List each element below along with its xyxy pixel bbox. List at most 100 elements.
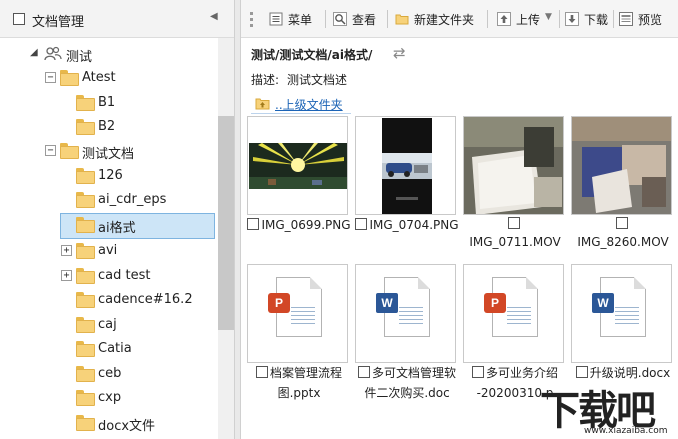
- upload-label: 上传: [516, 13, 541, 27]
- description-value: 测试文档述: [287, 73, 348, 87]
- description-label: 描述:: [251, 73, 280, 87]
- collapse-toggle-icon[interactable]: −: [45, 72, 56, 83]
- new-folder-button[interactable]: 新建文件夹: [395, 9, 481, 31]
- folder-icon: [76, 292, 95, 308]
- tree-label: Atest: [82, 70, 116, 85]
- tree-label: ceb: [98, 366, 122, 381]
- folder-tree-panel: 文档管理 ◀ ◢ 测试 − Atest B1 B2 − 测试文档 126 ai_…: [0, 0, 234, 439]
- document-thumbnail[interactable]: P: [247, 264, 348, 363]
- collapse-toggle-icon[interactable]: −: [45, 145, 56, 156]
- file-checkbox[interactable]: [616, 217, 628, 229]
- toolbar-grip[interactable]: [250, 12, 253, 27]
- file-name: IMG_0699.PNG: [261, 218, 351, 232]
- video-frame-image: [572, 117, 671, 214]
- watermark-url: www.xiazaiba.com: [584, 426, 668, 436]
- folder-icon: [76, 415, 95, 431]
- tree-node-b1[interactable]: B1: [0, 91, 218, 115]
- game-screenshot-image: [248, 117, 347, 214]
- expand-toggle-icon[interactable]: +: [61, 245, 72, 256]
- document-thumbnail[interactable]: P: [463, 264, 564, 363]
- preview-label: 预览: [638, 13, 663, 27]
- tree-node-avi[interactable]: + avi: [0, 239, 218, 263]
- tree-node-b2[interactable]: B2: [0, 115, 218, 139]
- video-thumbnail[interactable]: [571, 116, 672, 215]
- preview-button[interactable]: 预览: [619, 9, 669, 31]
- tree-scrollbar-thumb[interactable]: [218, 116, 234, 330]
- tree-node-caj[interactable]: caj: [0, 313, 218, 337]
- tree-label: B2: [98, 119, 116, 134]
- folder-icon: [76, 317, 95, 333]
- panel-splitter[interactable]: [234, 0, 241, 439]
- select-all-checkbox[interactable]: [13, 13, 25, 25]
- new-folder-label: 新建文件夹: [414, 13, 475, 27]
- file-checkbox[interactable]: [247, 218, 260, 230]
- menu-label: 菜单: [288, 13, 313, 27]
- tree-node-test-docs[interactable]: − 测试文档: [0, 139, 218, 163]
- file-name: IMG_0704.PNG: [369, 218, 459, 232]
- tree-label: cad test: [98, 268, 151, 283]
- tree-label: Catia: [98, 341, 132, 356]
- tree-header: 文档管理 ◀: [0, 0, 234, 38]
- folder-icon: [76, 217, 95, 233]
- tree-label: docx文件: [98, 419, 156, 434]
- tree-title: 文档管理: [32, 15, 85, 30]
- folder-icon: [76, 168, 95, 184]
- tree-label: ai格式: [98, 221, 136, 236]
- file-checkbox[interactable]: [471, 366, 484, 378]
- group-icon: [44, 46, 62, 61]
- tree-label: 126: [98, 168, 123, 183]
- download-icon: [565, 12, 579, 26]
- file-name-line1: 多可文档管理软: [371, 366, 456, 380]
- tree-node-catia[interactable]: Catia: [0, 337, 218, 361]
- tree-node-atest[interactable]: − Atest: [0, 66, 218, 90]
- folder-tree: ◢ 测试 − Atest B1 B2 − 测试文档 126 ai_cdr_eps…: [0, 38, 218, 439]
- file-caption: IMG_0711.MOV: [457, 215, 573, 251]
- tree-node-ai-format[interactable]: ai格式: [0, 213, 218, 239]
- expand-arrow-icon[interactable]: ◢: [30, 47, 38, 58]
- folder-icon: [76, 243, 95, 259]
- menu-button[interactable]: 菜单: [269, 9, 319, 31]
- file-checkbox[interactable]: [357, 366, 370, 378]
- download-button[interactable]: 下载: [565, 9, 613, 31]
- magnifier-icon: [333, 12, 347, 26]
- upload-icon: [497, 12, 511, 26]
- file-name-line1: 档案管理流程: [269, 366, 342, 380]
- tree-node-126[interactable]: 126: [0, 164, 218, 188]
- upload-button[interactable]: 上传 ▼: [497, 9, 557, 31]
- toolbar-separator: [613, 10, 614, 28]
- document-thumbnail[interactable]: W: [355, 264, 456, 363]
- tree-node-test-group[interactable]: ◢ 测试: [0, 42, 218, 66]
- video-thumbnail[interactable]: [463, 116, 564, 215]
- tree-label: cadence#16.2: [98, 292, 193, 307]
- file-checkbox[interactable]: [508, 217, 520, 229]
- word-file-icon: W: [592, 277, 646, 337]
- dropdown-arrow-icon[interactable]: ▼: [545, 12, 552, 22]
- folder-icon: [60, 70, 79, 86]
- image-thumbnail[interactable]: [355, 116, 456, 215]
- expand-toggle-icon[interactable]: +: [61, 270, 72, 281]
- file-checkbox[interactable]: [575, 366, 588, 378]
- refresh-icon[interactable]: ⇄: [393, 44, 406, 62]
- folder-icon: [76, 341, 95, 357]
- file-caption: IMG_0704.PNG: [349, 215, 465, 235]
- collapse-arrow-icon[interactable]: ◀: [210, 11, 218, 22]
- tree-label: 测试文档: [82, 147, 135, 162]
- tree-node-ceb[interactable]: ceb: [0, 362, 218, 386]
- tree-node-cadence[interactable]: cadence#16.2: [0, 288, 218, 312]
- tree-node-cad-test[interactable]: + cad test: [0, 264, 218, 288]
- tree-node-docx[interactable]: docx文件: [0, 411, 218, 435]
- watermark-logo: 下载吧 www.xiazaiba.com: [540, 378, 678, 439]
- tree-node-ai-cdr-eps[interactable]: ai_cdr_eps: [0, 188, 218, 212]
- folder-icon: [76, 192, 95, 208]
- tree-node-cxp[interactable]: cxp: [0, 386, 218, 410]
- tree-label: B1: [98, 95, 116, 110]
- file-checkbox[interactable]: [355, 218, 368, 230]
- folder-up-icon: [255, 98, 270, 110]
- document-thumbnail[interactable]: W: [571, 264, 672, 363]
- view-button[interactable]: 查看: [333, 9, 381, 31]
- image-thumbnail[interactable]: [247, 116, 348, 215]
- toolbar-separator: [559, 10, 560, 28]
- pptx-file-icon: P: [268, 277, 322, 337]
- file-checkbox[interactable]: [255, 366, 268, 378]
- folder-icon: [76, 119, 95, 135]
